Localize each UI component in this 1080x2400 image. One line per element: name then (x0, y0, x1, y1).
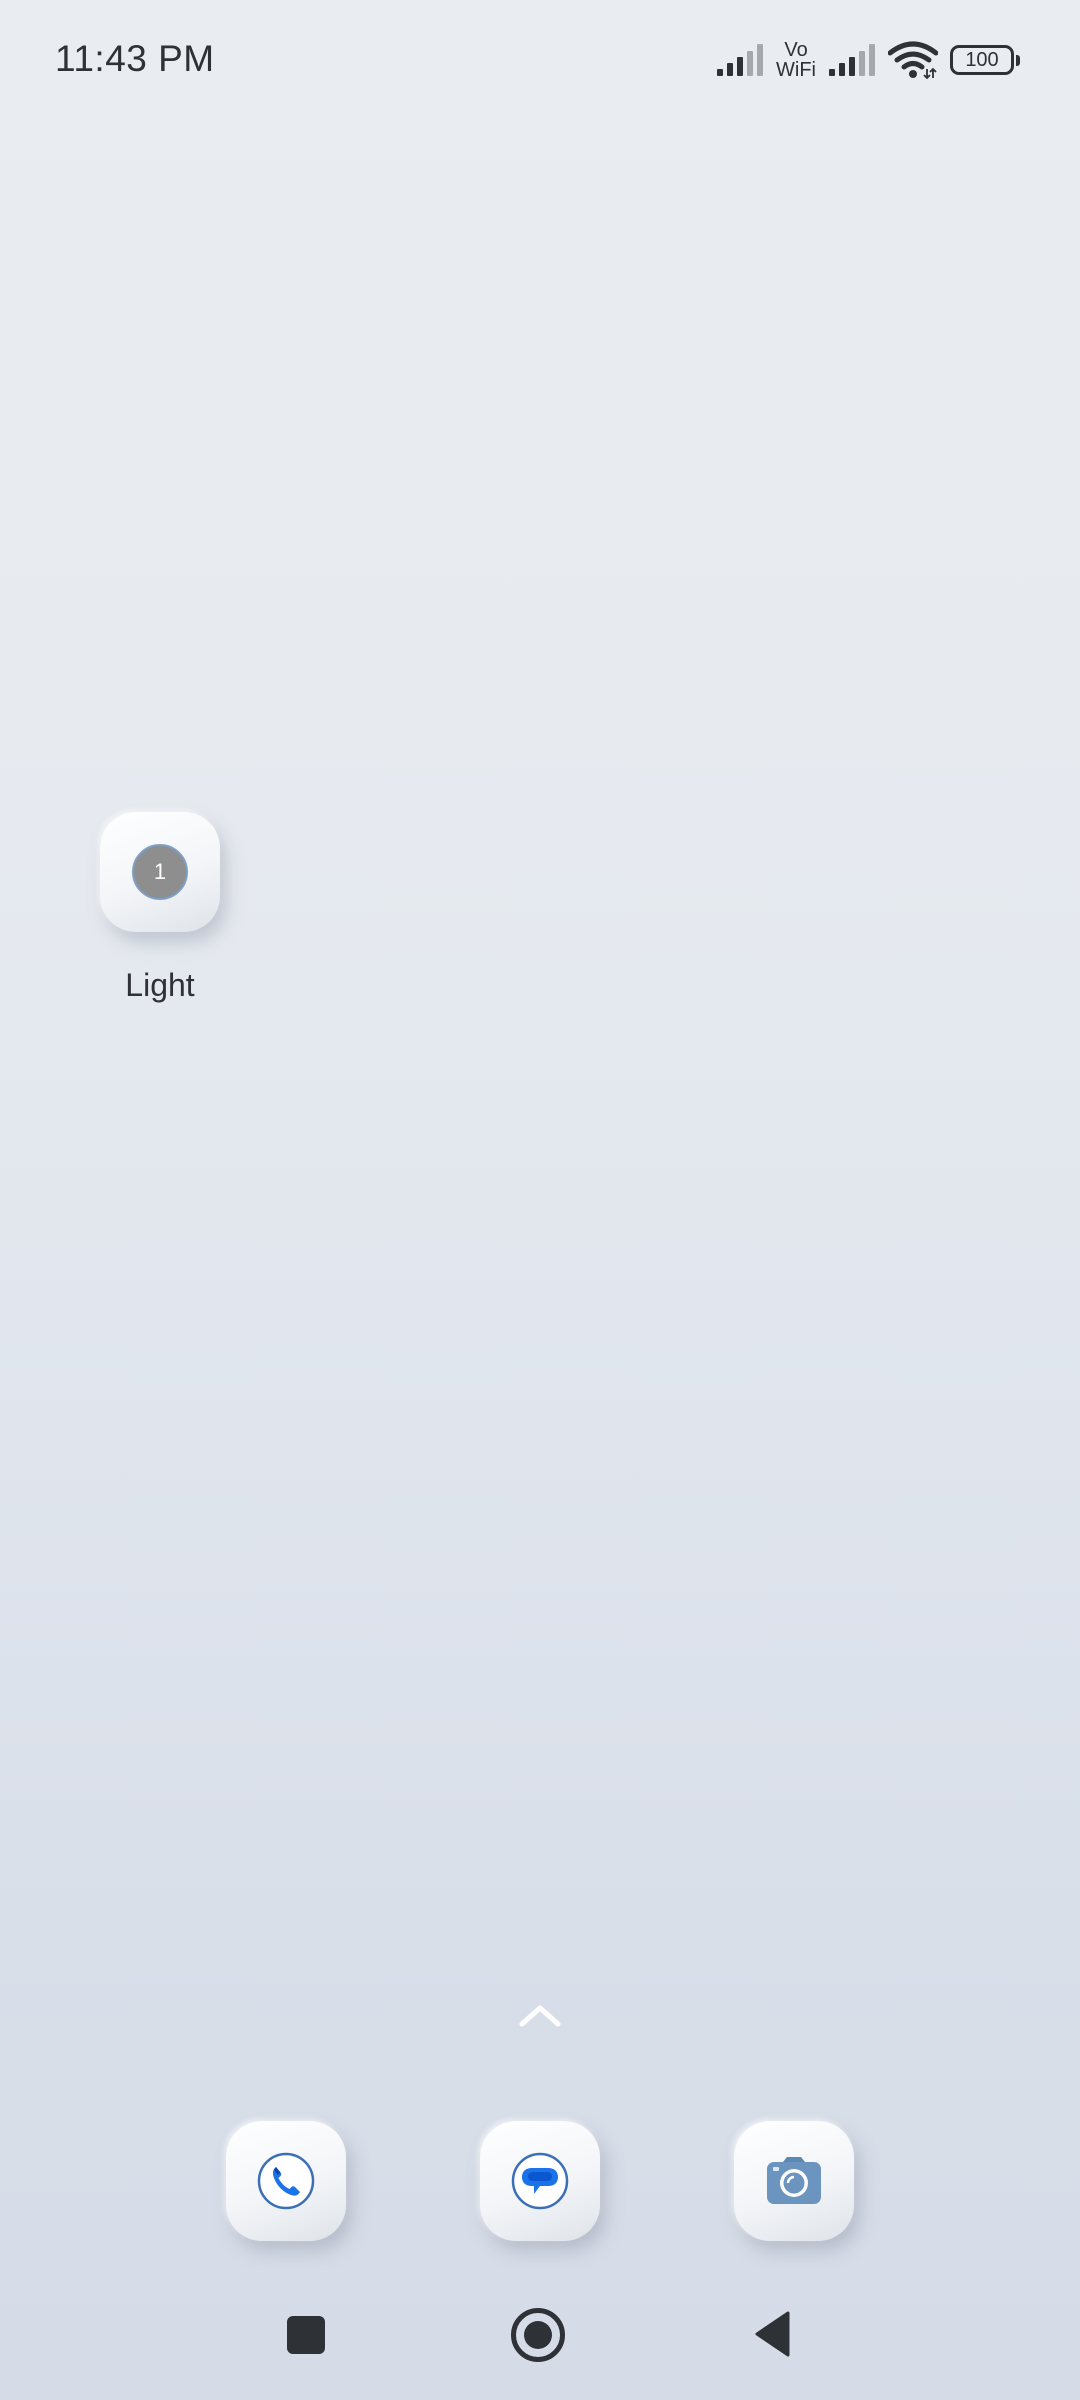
home-icon-dot (524, 2321, 552, 2349)
chevron-up-icon[interactable] (518, 2000, 562, 2030)
status-bar: 11:43 PM Vo WiFi 100 (0, 0, 1080, 120)
dock-phone-app[interactable] (226, 2121, 346, 2241)
light-app-shortcut[interactable]: 1 Light (100, 812, 220, 1003)
messages-icon (511, 2152, 569, 2210)
wifi-icon (888, 41, 938, 79)
light-app-label: Light (125, 967, 195, 1003)
light-app-badge: 1 (132, 844, 188, 900)
battery-icon: 100 (950, 45, 1020, 75)
signal-strength-icon (716, 43, 764, 77)
vowifi-bottom-text: WiFi (776, 59, 816, 81)
light-app-icon[interactable]: 1 (100, 812, 220, 932)
dock-messages-app[interactable] (480, 2121, 600, 2241)
dock-camera-app[interactable] (734, 2121, 854, 2241)
back-icon[interactable] (752, 2310, 792, 2358)
signal-strength-icon-2 (828, 43, 876, 77)
home-icon[interactable] (511, 2308, 565, 2362)
vowifi-top-text: Vo (784, 39, 808, 61)
clock: 11:43 PM (55, 38, 215, 79)
status-icons: Vo WiFi 100 (716, 36, 1020, 84)
camera-icon (767, 2157, 821, 2204)
vowifi-icon: Vo WiFi (776, 40, 816, 80)
navigation-bar (0, 2290, 1080, 2400)
phone-icon (257, 2152, 315, 2210)
battery-level: 100 (965, 48, 999, 71)
recents-icon[interactable] (287, 2316, 325, 2354)
